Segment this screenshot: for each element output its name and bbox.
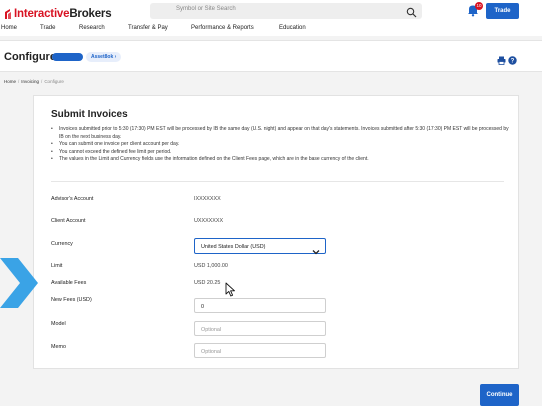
top-navigation: InteractiveBrokers Symbol or Site Search…: [0, 0, 542, 36]
limit-value: USD 1,000.00: [194, 263, 228, 269]
advisor-account-value: IXXXXXXX: [194, 196, 221, 202]
model-placeholder: Optional: [201, 327, 222, 333]
divider: [51, 181, 504, 182]
logo-text-interactive: Interactive: [14, 8, 70, 20]
new-fees-input[interactable]: 0: [194, 298, 326, 313]
svg-text:?: ?: [511, 59, 515, 65]
menu-item-research[interactable]: Research: [79, 25, 105, 31]
submit-invoices-card: Submit Invoices Invoices submitted prior…: [33, 95, 519, 369]
note-item: You can submit one invoice per client ac…: [51, 141, 511, 149]
help-icon[interactable]: ?: [508, 52, 517, 65]
breadcrumb-invoicing[interactable]: Invoicing: [21, 79, 39, 84]
search-placeholder: Symbol or Site Search: [176, 6, 236, 12]
trade-button[interactable]: Trade: [486, 3, 519, 19]
currency-select[interactable]: United States Dollar (USD): [194, 238, 326, 255]
notes-list: Invoices submitted prior to 5:30 (17:30)…: [51, 126, 511, 164]
mouse-cursor-icon: [225, 282, 236, 297]
continue-button[interactable]: Continue: [480, 384, 519, 406]
new-fees-value: 0: [201, 304, 204, 310]
search-input[interactable]: Symbol or Site Search: [150, 3, 422, 19]
menu-item-transfer-pay[interactable]: Transfer & Pay: [128, 25, 168, 31]
model-label: Model: [51, 321, 66, 327]
currency-selected-value: United States Dollar (USD): [201, 244, 266, 250]
page-title: Configure: [4, 51, 56, 63]
account-selector-pill[interactable]: [52, 53, 83, 61]
advisor-account-label: Advisor's Account: [51, 196, 94, 202]
interactive-brokers-logo[interactable]: InteractiveBrokers: [4, 8, 112, 20]
menu-item-trade[interactable]: Trade: [40, 25, 55, 31]
limit-label: Limit: [51, 263, 63, 269]
logo-text-brokers: Brokers: [69, 8, 112, 20]
currency-label: Currency: [51, 241, 73, 247]
menu-item-home[interactable]: Home: [1, 25, 17, 31]
client-account-label: Client Account: [51, 218, 86, 224]
new-fees-label: New Fees (USD): [51, 297, 92, 303]
model-input[interactable]: Optional: [194, 321, 326, 336]
note-item: The values in the Limit and Currency fie…: [51, 156, 511, 164]
print-icon[interactable]: [497, 52, 506, 65]
breadcrumb: Home / Invoicing / Configure: [4, 79, 64, 84]
memo-label: Memo: [51, 344, 66, 350]
memo-input[interactable]: Optional: [194, 343, 326, 358]
form-title: Submit Invoices: [51, 109, 128, 120]
note-item: Invoices submitted prior to 5:30 (17:30)…: [51, 126, 511, 141]
account-badge-label: Asset8ok: [91, 54, 114, 60]
note-item: You cannot exceed the defined fee limit …: [51, 149, 511, 157]
client-account-value: UXXXXXXX: [194, 218, 224, 224]
available-fees-label: Available Fees: [51, 280, 87, 286]
breadcrumb-home[interactable]: Home: [4, 79, 16, 84]
annotation-arrow-icon: [0, 258, 38, 308]
search-icon[interactable]: [406, 5, 417, 18]
chevron-down-icon: [312, 243, 320, 255]
page-header: Configure Asset8ok › ?: [0, 40, 542, 72]
menu-item-education[interactable]: Education: [279, 25, 306, 31]
memo-placeholder: Optional: [201, 349, 222, 355]
breadcrumb-configure: Configure: [44, 79, 64, 84]
available-fees-value: USD 20.25: [194, 280, 221, 286]
ib-logo-icon: [4, 8, 12, 20]
account-badge[interactable]: Asset8ok ›: [86, 52, 122, 62]
notification-count-badge: 10: [475, 2, 483, 10]
menu-item-performance-reports[interactable]: Performance & Reports: [191, 25, 254, 31]
